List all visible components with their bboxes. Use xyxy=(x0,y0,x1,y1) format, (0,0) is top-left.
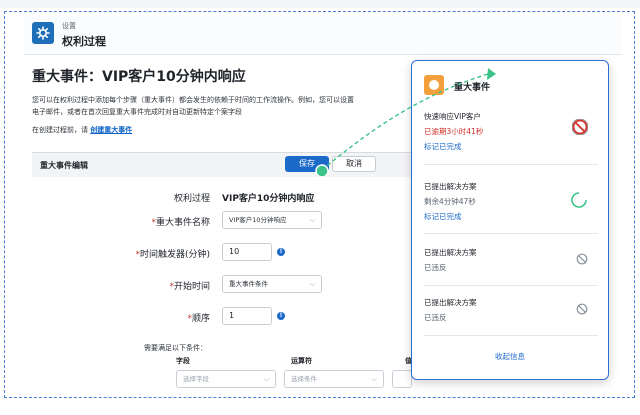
start-time-select[interactable]: 重大事件条件 ⌵ xyxy=(222,275,322,293)
operator-select[interactable]: 选择条件 ⌵ xyxy=(284,370,384,388)
popup-title: 重大事件 xyxy=(454,83,491,93)
divider xyxy=(424,164,598,165)
mark-complete-link[interactable]: 标记已完成 xyxy=(424,211,598,222)
field-select[interactable]: 选择字段 ⌵ xyxy=(176,370,276,388)
milestone-item: 快速响应VIP客户 已逾期3小时41秒 标记已完成 xyxy=(424,111,598,152)
value-input[interactable] xyxy=(392,370,412,388)
process-value: VIP客户10分钟内响应 xyxy=(222,194,315,204)
milestone-popup: 重大事件 快速响应VIP客户 已逾期3小时41秒 标记已完成 已提出解决方案 剩… xyxy=(411,60,609,380)
cancel-button[interactable]: 取消 xyxy=(332,156,376,172)
milestone-item: 已提出解决方案 已违反 xyxy=(424,297,598,323)
trigger-label: *时间触发器(分钟) xyxy=(135,250,210,260)
conditions-title: 需要满足以下条件： xyxy=(144,344,207,352)
milestone-name-select[interactable]: VIP客户10分钟响应 ⌵ xyxy=(222,211,322,229)
order-label: *顺序 xyxy=(187,314,210,324)
order-input[interactable]: 1 xyxy=(222,307,272,325)
column-operator: 运算符 xyxy=(291,357,312,365)
page-header: 设置 权利过程 xyxy=(24,16,622,55)
collapse-info-link[interactable]: 收起信息 xyxy=(412,351,608,362)
mark-complete-link[interactable]: 标记已完成 xyxy=(424,141,598,152)
description-line-1: 您可以在权利过程中添加每个步骤（重大事件）都会发生的依赖于时间的工作流操作。例如… xyxy=(32,96,354,104)
milestone-app-icon xyxy=(424,75,444,95)
divider xyxy=(424,233,598,234)
start-time-label: *开始时间 xyxy=(169,282,210,292)
chevron-down-icon: ⌵ xyxy=(371,375,377,383)
milestone-item: 已提出解决方案 已违反 xyxy=(424,247,598,273)
panel-header: 重大事件编辑 保存 取消 xyxy=(32,153,422,177)
divider xyxy=(424,335,598,336)
panel-title: 重大事件编辑 xyxy=(40,161,88,170)
page-title: 权利过程 xyxy=(62,35,106,48)
description-line-2: 电子邮件，或者在首次回复重大事件完成时对自动更新特定个案字段 xyxy=(32,108,242,116)
column-field: 字段 xyxy=(176,357,190,365)
trigger-input[interactable]: 10 xyxy=(222,243,272,261)
milestone-name: 已提出解决方案 xyxy=(424,298,477,307)
milestone-status: 已违反 xyxy=(424,313,447,322)
create-note: 在创建过程前，请 创建重大事件 xyxy=(32,125,132,135)
spinner-icon xyxy=(571,192,587,208)
milestone-heading: 重大事件：VIP客户10分钟内响应 xyxy=(32,69,246,85)
note-prefix: 在创建过程前，请 xyxy=(32,126,88,134)
breadcrumb[interactable]: 设置 xyxy=(62,21,76,31)
chevron-down-icon: ⌵ xyxy=(309,280,315,288)
disabled-icon xyxy=(576,253,588,265)
blocked-icon xyxy=(572,119,588,135)
info-icon[interactable]: ! xyxy=(277,312,285,320)
chevron-down-icon: ⌵ xyxy=(263,375,269,383)
milestone-status: 已违反 xyxy=(424,263,447,272)
settings-gear-icon xyxy=(32,22,54,44)
divider xyxy=(424,285,598,286)
disabled-icon xyxy=(576,303,588,315)
milestone-name-label: *重大事件名称 xyxy=(151,218,210,228)
chevron-down-icon: ⌵ xyxy=(309,216,315,224)
milestone-item: 已提出解决方案 剩余4分钟47秒 标记已完成 xyxy=(424,181,598,222)
milestone-name: 已提出解决方案 xyxy=(424,248,477,257)
description-text: 您可以在权利过程中添加每个步骤（重大事件）都会发生的依赖于时间的工作流操作。例如… xyxy=(32,94,418,118)
process-label: 权利过程 xyxy=(173,194,210,204)
save-button[interactable]: 保存 xyxy=(285,156,329,172)
top-strip xyxy=(0,0,640,8)
info-icon[interactable]: ! xyxy=(277,248,285,256)
create-milestone-link[interactable]: 创建重大事件 xyxy=(90,126,132,134)
